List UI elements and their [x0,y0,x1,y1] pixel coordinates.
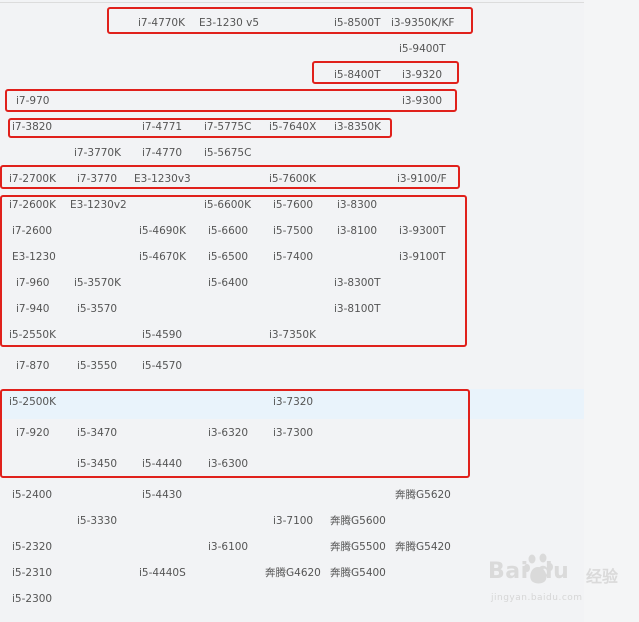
baidu-jingyan-watermark: Bai du 经验 jingyan.baidu.com [488,553,618,613]
cpu-model-cell: 奔腾G5620 [395,489,451,501]
highlight-box [0,389,470,478]
cpu-model-cell: i3-6100 [208,541,249,553]
cpu-model-cell: i5-2320 [12,541,53,553]
cpu-model-cell: i5-3550 [77,360,118,372]
cpu-model-cell: i5-4570 [142,360,183,372]
highlight-box [312,61,459,84]
cpu-model-cell: 奔腾G5420 [395,541,451,553]
cpu-model-cell: i7-3770K [74,147,121,159]
cpu-model-cell: i5-2400 [12,489,53,501]
cpu-model-cell: i5-9400T [399,43,446,55]
cpu-model-cell: i5-3330 [77,515,118,527]
cpu-model-cell: i5-5675C [204,147,252,159]
top-border [0,2,639,3]
cpu-model-cell: i5-2310 [12,567,53,579]
cpu-model-cell: 奔腾G5500 [330,541,386,553]
cpu-model-cell: i7-870 [16,360,50,372]
cpu-model-cell: 奔腾G5400 [330,567,386,579]
right-margin [584,0,639,622]
highlight-box [0,195,467,347]
watermark-cn: 经验 [586,567,619,586]
cpu-model-cell: i3-7100 [273,515,314,527]
highlight-box [8,118,392,138]
highlight-box [107,7,473,34]
cpu-model-cell: 奔腾G4620 [265,567,321,579]
cpu-model-cell: i5-2300 [12,593,53,605]
watermark-logo: Bai du [488,559,570,584]
cpu-model-cell: i5-4440S [139,567,186,579]
highlight-box [0,165,460,189]
cpu-model-cell: 奔腾G5600 [330,515,386,527]
highlight-box [5,89,457,112]
watermark-url: jingyan.baidu.com [491,593,583,603]
cpu-model-cell: i5-4430 [142,489,183,501]
cpu-model-cell: i7-4770 [142,147,183,159]
